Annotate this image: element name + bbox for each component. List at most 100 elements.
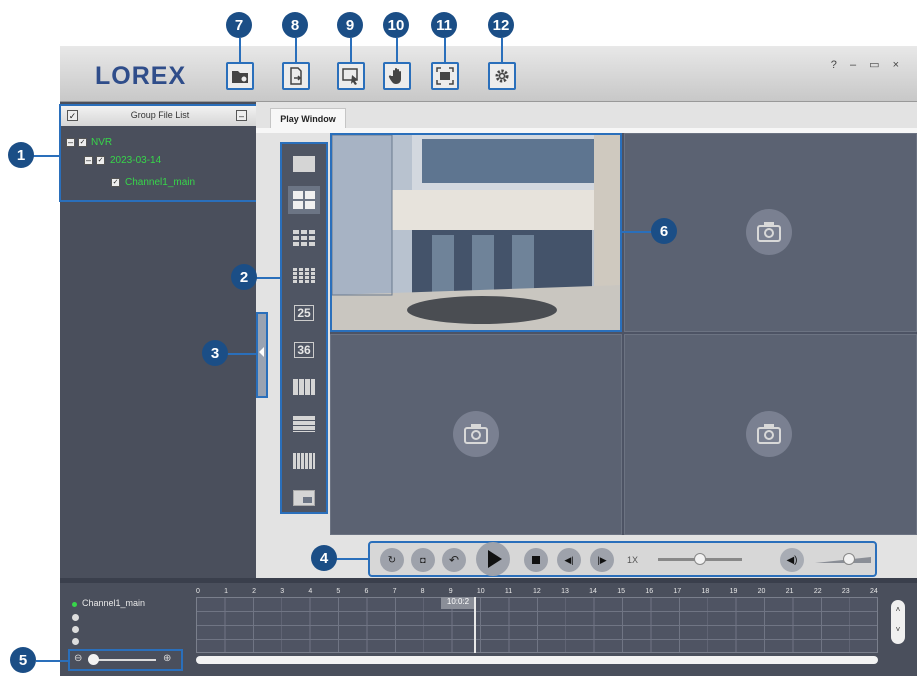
timeline-hour-label: 16 (645, 588, 654, 595)
step-back-icon: ◀| (564, 554, 574, 565)
slow-button[interactable]: ◀| (557, 548, 581, 572)
camera-placeholder-icon (746, 209, 792, 255)
select-icon (342, 68, 358, 85)
callout-line-4 (336, 558, 368, 560)
callout-5: 5 (10, 647, 36, 673)
callout-12: 12 (488, 12, 514, 38)
snapshot-button[interactable]: ↻ (380, 548, 404, 572)
volume-slider-thumb[interactable] (842, 553, 855, 565)
channel-active-dot (72, 602, 77, 607)
callout-line-6 (622, 231, 652, 233)
hand-button[interactable] (383, 62, 411, 90)
speaker-icon: ◀) (786, 554, 798, 566)
timeline-hour-label: 8 (420, 588, 425, 595)
hand-icon (388, 68, 401, 84)
callout-line-12 (501, 38, 503, 62)
window-controls[interactable]: ? – ▭ × (831, 58, 904, 71)
zoom-in-icon[interactable]: ⊕ (163, 653, 171, 664)
timeline-hour-label: 22 (813, 588, 822, 595)
timeline-hour-label: 24 (870, 588, 878, 595)
callout-3: 3 (202, 340, 228, 366)
timeline-cursor[interactable] (474, 597, 476, 653)
timeline-hour-label: 3 (280, 588, 285, 595)
callout-9: 9 (337, 12, 363, 38)
export-button[interactable] (282, 62, 310, 90)
chevron-left-icon (259, 347, 264, 357)
timeline-hour-label: 18 (701, 588, 710, 595)
settings-button[interactable] (488, 62, 516, 90)
callout-highlight-2 (280, 142, 328, 514)
timeline-hour-label: 10 (476, 588, 485, 595)
export-icon (290, 67, 302, 85)
timeline-hour-label: 7 (392, 588, 397, 595)
channel-radio[interactable] (72, 614, 79, 621)
channel-radio[interactable] (72, 638, 79, 645)
timeline-hour-label: 20 (757, 588, 766, 595)
folder-open-icon (232, 71, 248, 83)
callout-line-11 (444, 38, 446, 62)
zoom-out-icon[interactable]: ⊖ (74, 653, 82, 664)
timeline-hour-label: 15 (617, 588, 626, 595)
timeline-hour-label: 23 (841, 588, 850, 595)
zoom-slider-track[interactable] (92, 659, 156, 661)
callout-line-7 (239, 38, 241, 62)
fullscreen-button[interactable] (431, 62, 459, 90)
callout-6: 6 (651, 218, 677, 244)
mute-button[interactable]: ◀) (780, 548, 804, 572)
camera-feed-image (332, 135, 620, 330)
timeline-hour-label: 4 (308, 588, 313, 595)
callout-line-5 (36, 660, 68, 662)
select-button[interactable] (337, 62, 365, 90)
timeline-track[interactable] (196, 597, 878, 653)
timeline-hour-label: 21 (785, 588, 794, 595)
camera-placeholder-icon (453, 411, 499, 457)
callout-line-2 (256, 277, 282, 279)
play-icon (487, 550, 502, 568)
timeline-scrollbar[interactable] (196, 656, 878, 664)
channel-label: Channel1_main (82, 598, 146, 608)
timeline-hour-label: 13 (561, 588, 569, 595)
undo-icon: ↶ (448, 553, 460, 567)
callout-11: 11 (431, 12, 457, 38)
timeline-hour-label: 9 (448, 588, 453, 595)
callout-line-3 (227, 353, 257, 355)
gear-icon (495, 69, 509, 83)
callout-highlight-1 (59, 104, 258, 202)
clip-button[interactable]: ◘ (411, 548, 435, 572)
channel-radio[interactable] (72, 626, 79, 633)
speed-label: 1X (627, 555, 639, 565)
tab-play-window[interactable]: Play Window (270, 108, 346, 128)
stop-button[interactable] (524, 548, 548, 572)
fast-button[interactable]: |▶ (590, 548, 614, 572)
callout-line-9 (350, 38, 352, 62)
timeline-hour-label: 19 (729, 588, 738, 595)
callout-2: 2 (231, 264, 257, 290)
clip-icon: ◘ (420, 555, 426, 565)
timeline-hour-label: 14 (589, 588, 597, 595)
app-logo: LOREX (95, 62, 187, 90)
timeline-hour-label: 2 (252, 588, 257, 595)
timeline-zoom-stepper[interactable]: ˄ ˅ (891, 600, 905, 644)
step-forward-icon: |▶ (597, 554, 607, 565)
open-folder-button[interactable] (226, 62, 254, 90)
timeline-hour-label: 5 (336, 588, 341, 595)
timeline-marker-label: 10:0:2 (441, 597, 475, 609)
camera-placeholder-icon (746, 411, 792, 457)
callout-line-8 (295, 38, 297, 62)
snapshot-icon: ↻ (387, 554, 397, 566)
callout-7: 7 (226, 12, 252, 38)
timeline-hour-label: 17 (673, 588, 682, 595)
play-button[interactable] (476, 542, 510, 576)
callout-4: 4 (311, 545, 337, 571)
callout-1: 1 (8, 142, 34, 168)
callout-line-10 (396, 38, 398, 62)
rewind-button[interactable]: ↶ (442, 548, 466, 572)
callout-line-1 (33, 155, 60, 157)
stop-icon (532, 556, 540, 564)
timeline-hour-label: 11 (504, 588, 513, 595)
timeline-hour-label: 0 (196, 588, 200, 595)
timeline-hour-label: 6 (364, 588, 369, 595)
speed-slider-thumb[interactable] (694, 553, 706, 565)
video-cell-1[interactable] (330, 133, 622, 332)
zoom-slider-thumb[interactable] (88, 654, 99, 665)
